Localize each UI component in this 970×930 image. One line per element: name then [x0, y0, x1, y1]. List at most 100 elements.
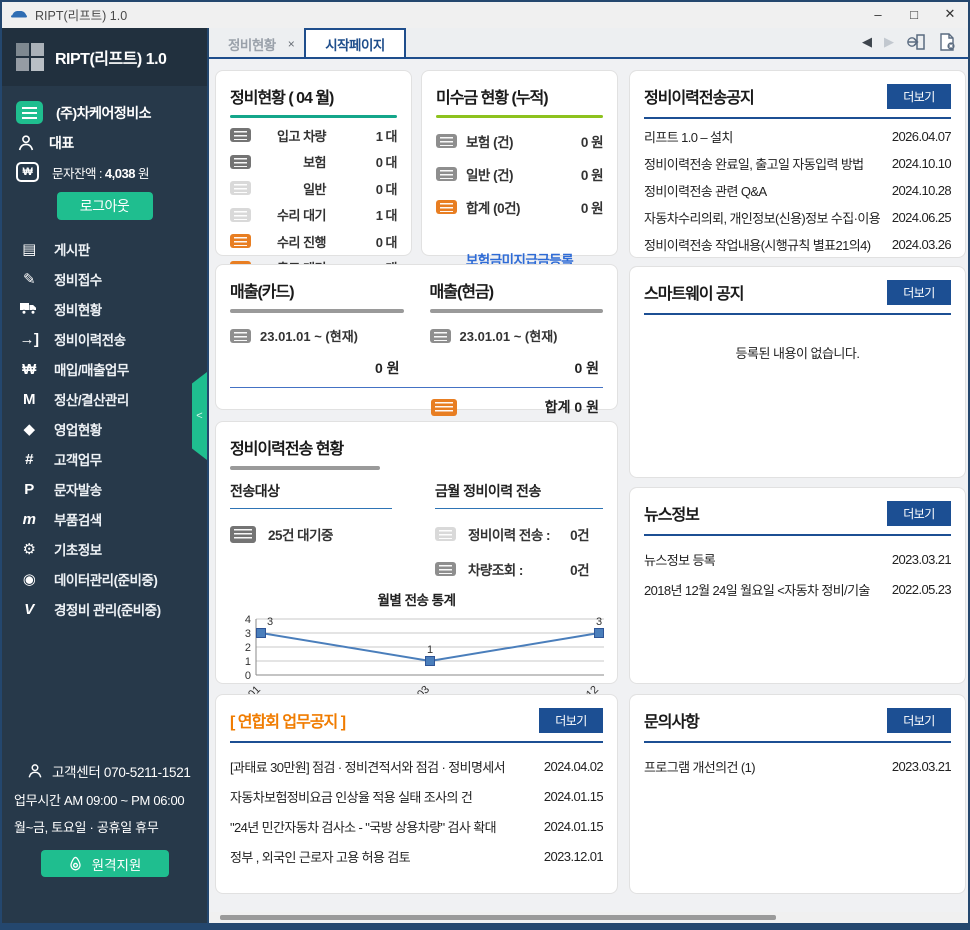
support-person-icon: [26, 762, 44, 780]
sidebar-item-data-mgmt[interactable]: ◉데이터관리(준비중): [2, 564, 207, 594]
total-badge-icon: [431, 399, 457, 416]
inquiry-more-button[interactable]: 더보기: [887, 708, 951, 733]
ledger-icon: M: [19, 392, 39, 407]
list-item[interactable]: 자동차보험정비요금 인상율 적용 실태 조사의 건2024.01.15: [230, 781, 603, 811]
list-item[interactable]: "24년 민간자동차 검사소 - "국방 상용차량" 검사 확대2024.01.…: [230, 811, 603, 841]
inquiry-title: 문의사항: [644, 708, 699, 732]
close-document-icon[interactable]: [938, 33, 956, 51]
list-item[interactable]: 리프트 1.0 – 설치2026.04.07: [644, 123, 951, 150]
sidebar: RIPT(리프트) 1.0 (주)차케어정비소 대표 ₩ 문자잔액 : 4,03…: [2, 28, 207, 923]
association-more-button[interactable]: 더보기: [539, 708, 603, 733]
gear-icon: ⚙: [19, 542, 39, 557]
inquiry-card: 문의사항 더보기 프로그램 개선의건 (1)2023.03.21: [629, 694, 966, 894]
export-icon: →]: [19, 332, 39, 347]
row-badge-icon: [435, 562, 456, 576]
row-badge-icon: [230, 155, 251, 169]
tab-repair-status[interactable]: 정비현황 ×: [214, 31, 304, 57]
support-phone: 고객센터 070-5211-1521: [52, 761, 191, 781]
scrollbar-thumb[interactable]: [220, 915, 776, 920]
row-badge-icon: [230, 208, 251, 222]
association-notice-title: [ 연합회 업무공지 ]: [230, 708, 345, 732]
sms-balance: 문자잔액 : 4,038 원: [52, 163, 149, 182]
sidebar-item-parts-search[interactable]: m부품검색: [2, 504, 207, 534]
support-hours: 업무시간 AM 09:00 ~ PM 06:00: [12, 790, 197, 809]
sidebar-item-purchase-sales[interactable]: ₩매입/매출업무: [2, 354, 207, 384]
truck-icon: [19, 301, 39, 318]
logout-button[interactable]: 로그아웃: [57, 192, 153, 220]
svg-text:3: 3: [267, 616, 273, 628]
row-badge-icon: [230, 128, 251, 142]
minimize-button[interactable]: –: [860, 1, 896, 27]
receivables-title: 미수금 현황 (누적): [436, 84, 603, 108]
smartway-more-button[interactable]: 더보기: [887, 280, 951, 305]
tab-start-page[interactable]: 시작페이지: [304, 28, 406, 57]
row-badge-icon: [230, 181, 251, 195]
sidebar-item-board[interactable]: ▤게시판: [2, 234, 207, 264]
sidebar-divider: [207, 28, 209, 923]
user-icon: [16, 133, 36, 153]
list-item[interactable]: 정부 , 외국인 근로자 고용 허용 검토2023.12.01: [230, 841, 603, 871]
list-item[interactable]: 프로그램 개선의건 (1)2023.03.21: [644, 751, 951, 781]
sidebar-item-base-info[interactable]: ⚙기초정보: [2, 534, 207, 564]
money-icon: ₩: [19, 362, 39, 377]
list-item[interactable]: 뉴스정보 등록2023.03.21: [644, 544, 951, 574]
tab-close-icon[interactable]: ×: [288, 37, 295, 51]
news-more-button[interactable]: 더보기: [887, 501, 951, 526]
sales-card-title: 매출(카드): [230, 278, 404, 302]
sidebar-item-sms[interactable]: P문자발송: [2, 474, 207, 504]
nav-forward-icon[interactable]: ▶: [884, 34, 894, 50]
transfer-target-subtitle: 전송대상: [230, 481, 392, 509]
list-item[interactable]: 정비이력전송 관련 Q&A2024.10.28: [644, 177, 951, 204]
list-item[interactable]: 자동차수리의뢰, 개인정보(신용)정보 수집·이용2024.06.25: [644, 204, 951, 231]
maximize-button[interactable]: □: [896, 1, 932, 27]
row-badge-icon: [435, 527, 456, 541]
smartway-empty-message: 등록된 내용이 없습니다.: [644, 343, 951, 362]
row-badge-icon: [230, 234, 251, 248]
nav-back-icon[interactable]: ◀: [862, 34, 872, 50]
history-notice-title: 정비이력전송공지: [644, 84, 754, 108]
sales-total: 합계 0 원: [545, 397, 603, 417]
sidebar-app-title: RIPT(리프트) 1.0: [55, 45, 166, 69]
transfer-month-subtitle: 금월 정비이력 전송: [435, 481, 603, 509]
window-title: RIPT(리프트) 1.0: [35, 5, 127, 24]
remote-support-button[interactable]: 원격지원: [41, 850, 169, 877]
list-item[interactable]: 정비이력전송 작업내용(시행규칙 별표21의4)2024.03.26: [644, 231, 951, 258]
svg-text:0: 0: [245, 670, 251, 682]
app-car-icon: [10, 8, 28, 20]
row-badge-icon: [436, 167, 457, 181]
list-item[interactable]: [과태료 30만원] 점검 · 정비견적서와 점검 · 정비명세서2024.04…: [230, 751, 603, 781]
association-notice-card: [ 연합회 업무공지 ] 더보기 [과태료 30만원] 점검 · 정비견적서와 …: [215, 694, 618, 894]
hamburger-menu-icon[interactable]: [16, 101, 43, 124]
company-name: (주)차케어정비소: [56, 103, 151, 123]
list-item[interactable]: 정비이력전송 완료일, 출고일 자동입력 방법2024.10.10: [644, 150, 951, 177]
titlebar: RIPT(리프트) 1.0 – □ ✕: [0, 0, 970, 28]
row-badge-icon: [436, 200, 457, 214]
sidebar-item-settlement[interactable]: M정산/결산관리: [2, 384, 207, 414]
sidebar-item-business-status[interactable]: ◆영업현황: [2, 414, 207, 444]
repair-status-title: 정비현황 ( 04 월): [230, 84, 397, 108]
svg-text:3: 3: [596, 616, 602, 628]
svg-text:3: 3: [245, 628, 251, 640]
list-item[interactable]: 2018년 12월 24일 월요일 <자동차 정비/기술2022.05.23: [644, 574, 951, 604]
card-sales-amount: 0 원: [230, 358, 404, 378]
sidebar-item-customer[interactable]: #고객업무: [2, 444, 207, 474]
receivables-rule: [436, 115, 603, 118]
sales-card: 매출(카드) 23.01.01 ~ (현재) 0 원 매출(현금) 23.01.…: [215, 264, 618, 410]
row-badge-icon: [230, 329, 251, 343]
support-holiday: 월~금, 토요일 · 공휴일 휴무: [12, 817, 197, 836]
smartway-notice-card: 스마트웨이 공지 더보기 등록된 내용이 없습니다.: [629, 266, 966, 478]
sidebar-item-light-repair[interactable]: V경정비 관리(준비중): [2, 594, 207, 624]
exit-program-icon[interactable]: [906, 33, 926, 51]
sales-cash-title: 매출(현금): [430, 278, 604, 302]
sidebar-collapse-handle[interactable]: <: [192, 372, 207, 460]
sidebar-item-repair-status[interactable]: 정비현황: [2, 294, 207, 324]
transfer-status-title: 정비이력전송 현황: [230, 435, 603, 459]
circle-icon: ◉: [19, 572, 39, 587]
close-button[interactable]: ✕: [932, 1, 968, 27]
receivables-card: 미수금 현황 (누적) 보험 (건)0 원 일반 (건)0 원 합계 (0건)0…: [421, 70, 618, 256]
sidebar-item-history-transfer[interactable]: →]정비이력전송: [2, 324, 207, 354]
horizontal-scrollbar[interactable]: [209, 912, 968, 923]
history-notice-more-button[interactable]: 더보기: [887, 84, 951, 109]
sales-divider: [230, 387, 603, 388]
sidebar-item-repair-intake[interactable]: ✎정비접수: [2, 264, 207, 294]
